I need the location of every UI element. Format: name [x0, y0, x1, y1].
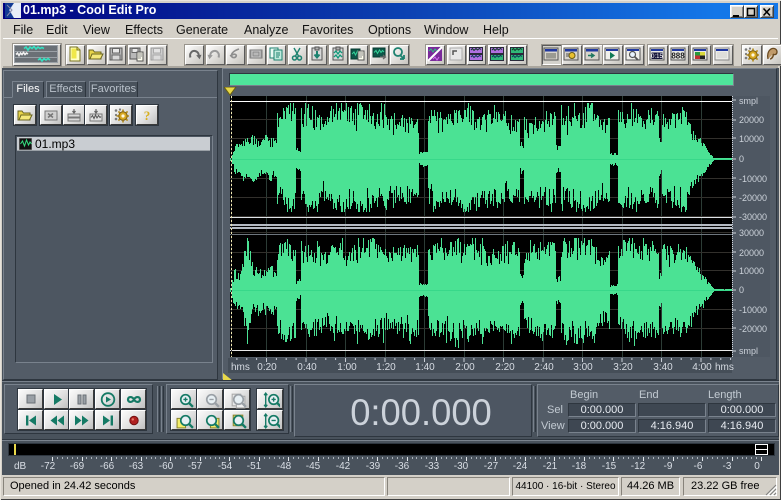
svg-text:0:15: 0:15 — [651, 54, 663, 60]
svg-text:888: 888 — [672, 52, 686, 61]
svg-text:?: ? — [144, 108, 151, 123]
